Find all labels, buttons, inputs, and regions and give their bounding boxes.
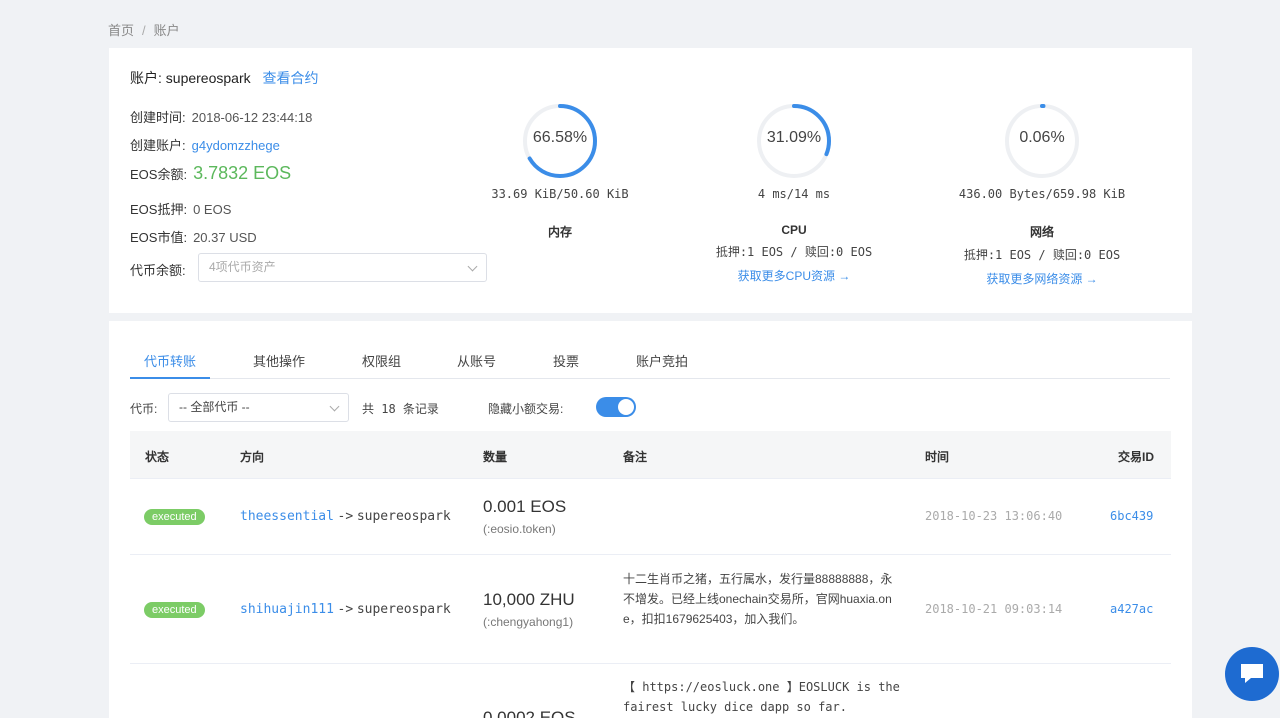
account-name: supereospark (165, 70, 251, 86)
token-balance-select[interactable]: 4项代币资产 (198, 253, 487, 282)
amount-contract: (:eosio.token) (483, 522, 556, 536)
table-row: executed theessential -> supereospark 0.… (130, 479, 1171, 555)
memory-percent: 66.58% (532, 129, 588, 146)
col-txid: 交易ID (1118, 450, 1155, 464)
cpu-stake: 抵押:1 EOS / 赎回:0 EOS (715, 245, 873, 259)
cpu-amount: 4 ms/14 ms (757, 187, 831, 201)
balance-row: EOS余额: 3.7832 EOS (130, 163, 291, 184)
table-header: 状态 方向 数量 备注 时间 交易ID (130, 431, 1171, 479)
hide-small-label: 隐藏小额交易: (488, 402, 564, 416)
tab-bar: 代币转账 其他操作 权限组 从账号 投票 账户竞拍 (130, 345, 1170, 379)
col-status: 状态 (145, 450, 170, 464)
get-more-network-link[interactable]: 获取更多网络资源 → (922, 270, 1162, 287)
tab-voting[interactable]: 投票 (553, 351, 579, 370)
cpu-gauge: 31.09% 4 ms/14 ms CPU 抵押:1 EOS / 赎回:0 EO… (674, 103, 914, 284)
breadcrumb-separator: / (142, 23, 146, 38)
table-row: executed shihuajin111 -> supereospark 10… (130, 555, 1171, 664)
amount-cell: 0.0002 EOS (483, 708, 576, 718)
status-badge: executed (144, 602, 205, 618)
balance-value: 3.7832 EOS (193, 163, 292, 183)
creator-row: 创建账户: g4ydomzzhege (130, 135, 280, 154)
account-label: 账户: (130, 70, 162, 86)
txid-link[interactable]: a427ac (1110, 602, 1153, 616)
get-more-cpu-link[interactable]: 获取更多CPU资源 → (674, 267, 914, 284)
col-memo: 备注 (623, 450, 648, 464)
transactions-card: 代币转账 其他操作 权限组 从账号 投票 账户竞拍 代币: -- 全部代币 --… (109, 321, 1192, 718)
direction-arrow: -> (337, 509, 354, 524)
record-count: 共 18 条记录 (362, 402, 439, 416)
time-cell: 2018-10-23 13:06:40 (925, 509, 1063, 523)
token-filter-select[interactable]: -- 全部代币 -- (168, 393, 349, 422)
memory-name: 内存 (547, 225, 572, 239)
col-time: 时间 (925, 450, 950, 464)
time-cell: 2018-10-21 09:03:14 (925, 602, 1063, 616)
amount-value: 10,000 ZHU (483, 590, 575, 609)
token-filter-label: 代币: (130, 402, 158, 416)
col-direction: 方向 (240, 450, 265, 464)
network-amount: 436.00 Bytes/659.98 KiB (958, 187, 1126, 201)
token-filter-value: -- 全部代币 -- (179, 400, 250, 414)
memo-cell: 十二生肖币之猪，五行属水，发行量88888888，永不增发。已经上线onecha… (623, 572, 893, 626)
tab-other-actions[interactable]: 其他操作 (253, 351, 305, 370)
amount-contract: (:chengyahong1) (483, 615, 574, 629)
amount-cell: 10,000 ZHU (:chengyahong1) (483, 590, 575, 629)
chat-support-button[interactable] (1225, 647, 1279, 701)
network-gauge: 0.06% 436.00 Bytes/659.98 KiB 网络 抵押:1 EO… (922, 103, 1162, 287)
staked-label: EOS抵押: (130, 202, 188, 217)
token-balance-placeholder: 4项代币资产 (209, 260, 276, 274)
memo-cell: 【 https://eosluck.one 】EOSLUCK is the fa… (623, 680, 900, 714)
view-contract-link[interactable]: 查看合约 (263, 70, 319, 86)
hide-small-toggle[interactable] (596, 397, 636, 417)
tab-permissions[interactable]: 权限组 (362, 351, 401, 370)
breadcrumb-home[interactable]: 首页 (108, 23, 134, 38)
tab-name-auction[interactable]: 账户竞拍 (636, 351, 688, 370)
chevron-down-icon (329, 401, 340, 412)
chevron-down-icon (467, 261, 478, 272)
transfers-table: 状态 方向 数量 备注 时间 交易ID executed theessentia… (130, 431, 1171, 718)
created-time-row: 创建时间: 2018-06-12 23:44:18 (130, 107, 312, 126)
active-tab-indicator (130, 377, 210, 379)
staked-value: 0 EOS (193, 202, 232, 217)
tokens-label: 代币余额: (130, 263, 186, 278)
direction-arrow: -> (337, 602, 354, 617)
amount-value: 0.0002 EOS (483, 708, 576, 718)
from-account-link[interactable]: theessential (240, 509, 334, 524)
tab-sub-accounts[interactable]: 从账号 (457, 351, 496, 370)
memory-gauge: 66.58% 33.69 KiB/50.60 KiB 内存 (440, 103, 680, 240)
network-name: 网络 (1029, 225, 1054, 239)
to-account: supereospark (356, 602, 451, 617)
col-amount: 数量 (483, 450, 508, 464)
from-account-link[interactable]: shihuajin111 (240, 602, 334, 617)
breadcrumb-current: 账户 (153, 23, 180, 38)
created-time-label: 创建时间: (130, 110, 186, 125)
network-stake: 抵押:1 EOS / 赎回:0 EOS (963, 248, 1121, 262)
creator-link[interactable]: g4ydomzzhege (192, 138, 280, 153)
creator-label: 创建账户: (130, 138, 186, 153)
market-value-label: EOS市值: (130, 230, 188, 245)
tab-token-transfer[interactable]: 代币转账 (144, 351, 196, 370)
created-time-value: 2018-06-12 23:44:18 (191, 110, 313, 125)
direction-cell: shihuajin111 -> supereospark (240, 601, 451, 617)
account-title: 账户: supereospark 查看合约 (130, 68, 319, 88)
status-badge: executed (144, 509, 205, 525)
amount-value: 0.001 EOS (483, 497, 567, 516)
market-value-row: EOS市值: 20.37 USD (130, 227, 257, 246)
to-account: supereospark (356, 509, 451, 524)
table-row: 0.0002 EOS 【 https://eosluck.one 】EOSLUC… (130, 664, 1171, 718)
cpu-name: CPU (781, 223, 807, 237)
toggle-knob (618, 399, 634, 415)
network-percent: 0.06% (1019, 129, 1065, 146)
breadcrumb: 首页 / 账户 (108, 20, 180, 39)
filter-bar: 代币: -- 全部代币 -- 共 18 条记录 隐藏小额交易: (130, 393, 730, 422)
chat-icon (1241, 664, 1263, 683)
staked-row: EOS抵押: 0 EOS (130, 199, 231, 218)
txid-link[interactable]: 6bc439 (1110, 509, 1153, 523)
account-summary-card: 账户: supereospark 查看合约 创建时间: 2018-06-12 23… (109, 48, 1192, 313)
cpu-percent: 31.09% (766, 129, 822, 146)
market-value: 20.37 USD (193, 230, 257, 245)
amount-cell: 0.001 EOS (:eosio.token) (483, 497, 566, 536)
memory-amount: 33.69 KiB/50.60 KiB (491, 187, 629, 201)
direction-cell: theessential -> supereospark (240, 508, 451, 524)
balance-label: EOS余额: (130, 167, 188, 182)
